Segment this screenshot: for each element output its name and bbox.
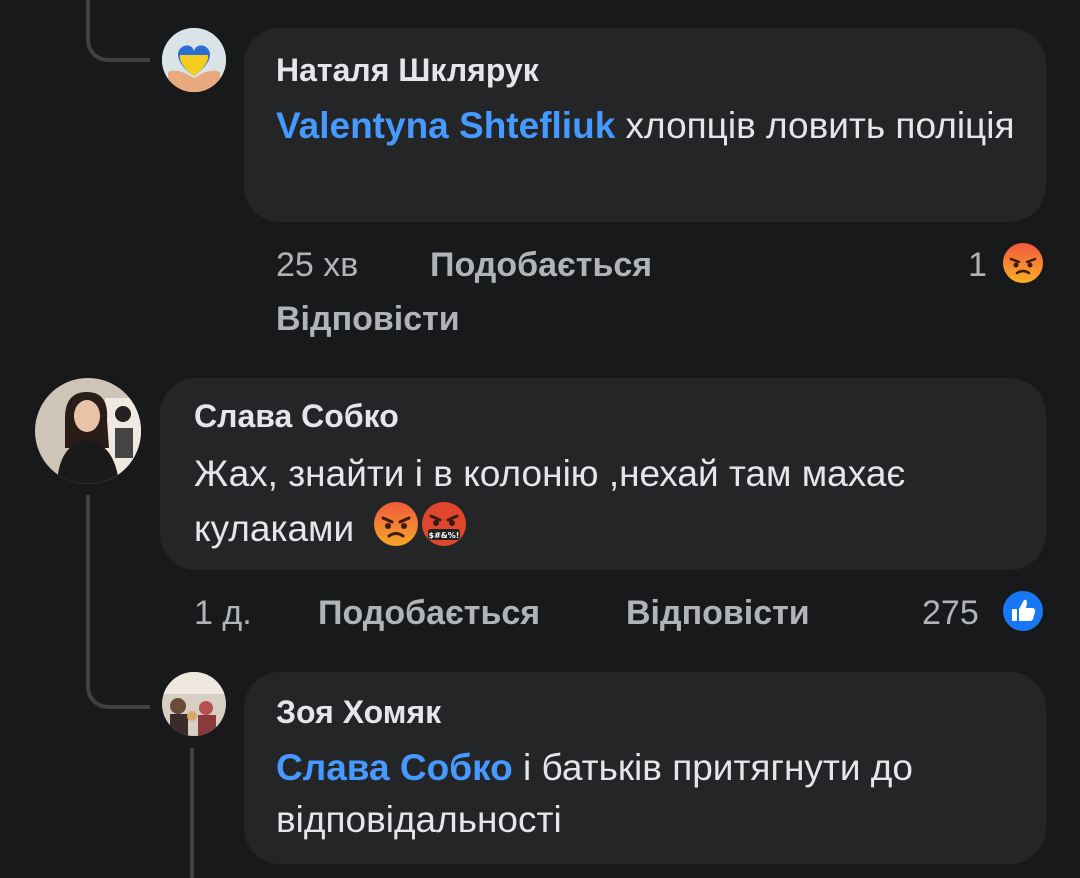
avatar[interactable] bbox=[162, 28, 226, 92]
comment-author[interactable]: Зоя Хомяк bbox=[276, 694, 441, 731]
mention-link[interactable]: Valentyna Shtefliuk bbox=[276, 105, 615, 146]
angry-reaction-icon[interactable] bbox=[1000, 240, 1046, 286]
comment-timestamp[interactable]: 1 д. bbox=[194, 594, 252, 633]
comment-author[interactable]: Наталя Шклярук bbox=[276, 52, 539, 89]
comment-text: Слава Собко і батьків притягнути до відп… bbox=[276, 742, 1016, 846]
comment-text: Valentyna Shtefliuk хлопців ловить поліц… bbox=[276, 100, 1016, 152]
like-reaction-icon[interactable] bbox=[1000, 588, 1046, 634]
comment-author[interactable]: Слава Собко bbox=[194, 398, 399, 435]
reply-button[interactable]: Відповісти bbox=[626, 594, 810, 633]
comment-timestamp[interactable]: 25 хв bbox=[276, 246, 358, 285]
like-button[interactable]: Подобається bbox=[318, 594, 540, 633]
thread-connector bbox=[86, 0, 150, 62]
reply-button[interactable]: Відповісти bbox=[276, 300, 460, 339]
mention-link[interactable]: Слава Собко bbox=[276, 747, 513, 788]
reaction-count[interactable]: 1 bbox=[968, 246, 987, 285]
avatar[interactable] bbox=[35, 378, 141, 484]
reaction-count[interactable]: 275 bbox=[922, 594, 979, 633]
thread-connector bbox=[190, 748, 194, 878]
angry-face-emoji bbox=[372, 500, 420, 562]
comment-body: Жах, знайти і в колонію ,нехай там махає… bbox=[194, 453, 906, 549]
avatar[interactable] bbox=[162, 672, 226, 736]
comment-body: хлопців ловить поліція bbox=[615, 105, 1015, 146]
cursing-face-emoji: $#&%! bbox=[420, 500, 468, 562]
thread-connector bbox=[86, 495, 150, 709]
like-button[interactable]: Подобається bbox=[430, 246, 652, 285]
svg-text:$#&%!: $#&%! bbox=[429, 531, 460, 540]
comment-text: Жах, знайти і в колонію ,нехай там махає… bbox=[194, 448, 1014, 562]
